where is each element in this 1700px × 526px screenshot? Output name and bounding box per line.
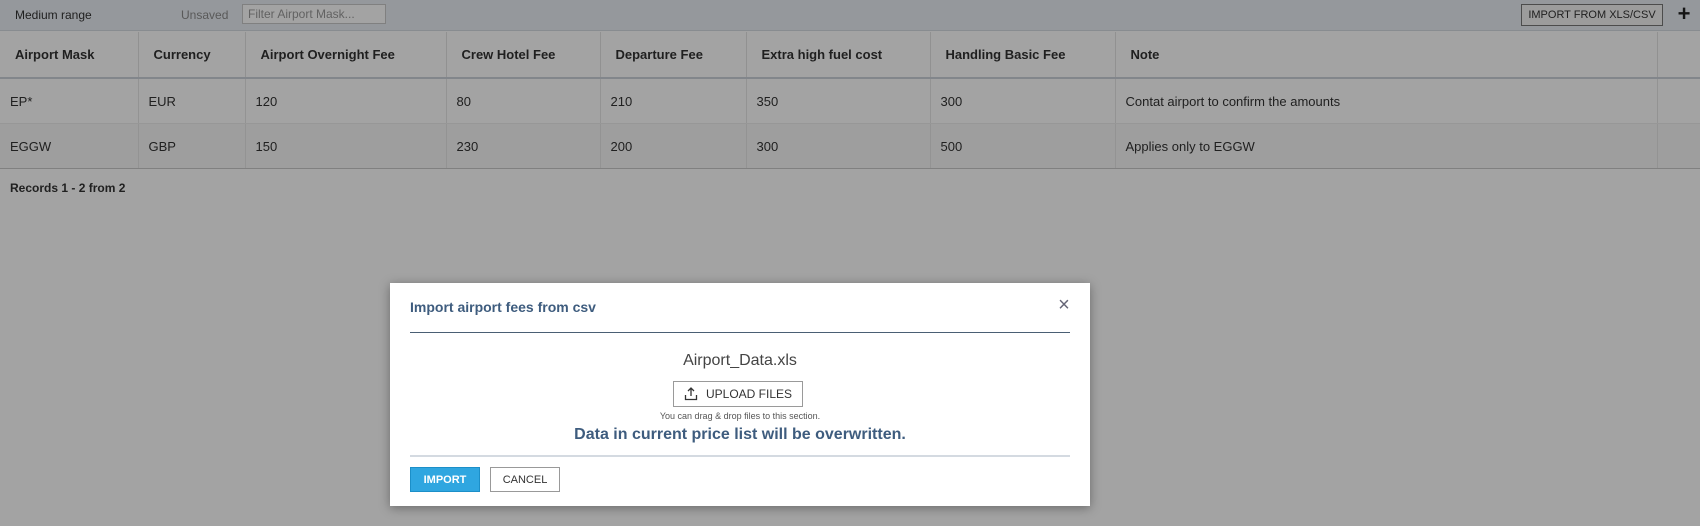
selected-file-name: Airport_Data.xls <box>683 352 797 369</box>
cancel-button[interactable]: CANCEL <box>490 467 560 492</box>
divider <box>410 455 1070 457</box>
overwrite-warning: Data in current price list will be overw… <box>574 426 906 443</box>
import-button[interactable]: IMPORT <box>410 467 480 492</box>
dialog-title: Import airport fees from csv <box>410 299 596 315</box>
import-dialog: Import airport fees from csv × Airport_D… <box>390 283 1090 506</box>
close-icon[interactable]: × <box>1054 295 1074 315</box>
upload-icon <box>684 387 698 401</box>
divider <box>410 332 1070 333</box>
upload-files-label: UPLOAD FILES <box>705 387 793 401</box>
drag-drop-hint: You can drag & drop files to this sectio… <box>659 411 821 421</box>
upload-files-button[interactable]: UPLOAD FILES <box>673 381 803 407</box>
